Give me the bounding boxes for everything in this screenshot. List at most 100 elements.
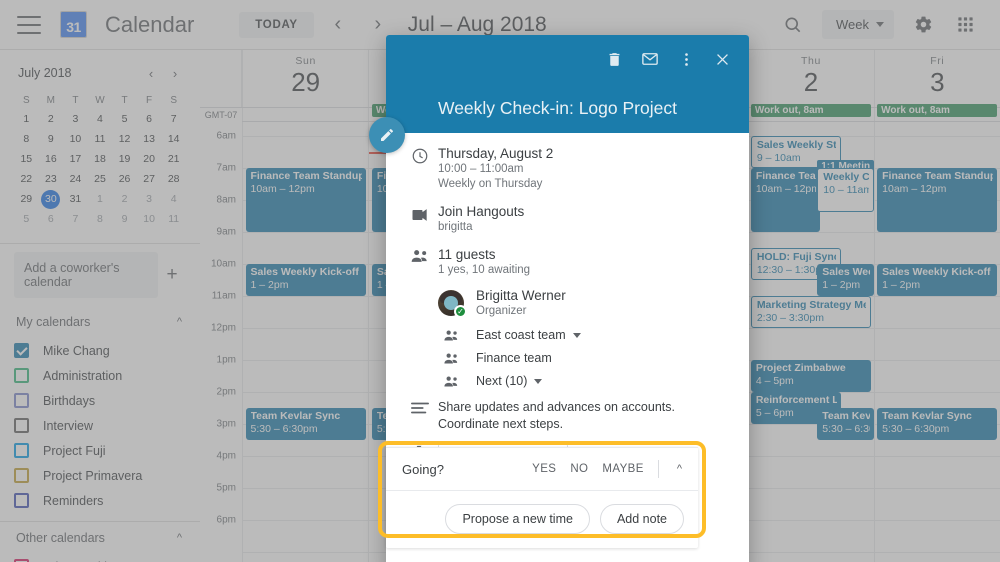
- calendar-logo-icon[interactable]: 31: [60, 11, 87, 38]
- add-note-button[interactable]: Add note: [599, 504, 684, 534]
- chevron-up-icon[interactable]: ^: [177, 316, 182, 328]
- mini-day[interactable]: 8: [17, 130, 36, 149]
- other-calendar-item-0[interactable]: Adam Smith: [0, 554, 200, 562]
- mini-day[interactable]: 10: [66, 130, 85, 149]
- mini-day[interactable]: 3: [140, 190, 159, 209]
- mini-day[interactable]: 4: [90, 110, 109, 129]
- mini-day[interactable]: 14: [164, 130, 183, 149]
- mini-day[interactable]: 16: [41, 150, 60, 169]
- mini-day[interactable]: 11: [90, 130, 109, 149]
- mini-day[interactable]: 7: [164, 110, 183, 129]
- my-calendars-header[interactable]: My calendars ^: [0, 306, 200, 338]
- my-calendar-item-4[interactable]: Project Fuji: [0, 438, 200, 463]
- calendar-checkbox[interactable]: [14, 418, 29, 433]
- pencil-icon[interactable]: [369, 117, 405, 153]
- calendar-event[interactable]: Sales Weekly1 – 2pm: [817, 264, 874, 296]
- my-calendar-item-5[interactable]: Project Primavera: [0, 463, 200, 488]
- mini-day[interactable]: 11: [164, 210, 183, 229]
- add-coworker-calendar[interactable]: Add a coworker's calendar +: [0, 244, 200, 306]
- chevron-down-icon[interactable]: [572, 332, 581, 338]
- mini-next-month-icon[interactable]: ›: [164, 62, 186, 84]
- mini-day[interactable]: 5: [115, 110, 134, 129]
- mini-day[interactable]: 15: [17, 150, 36, 169]
- guest-group-1[interactable]: Finance team: [438, 351, 733, 365]
- envelope-icon[interactable]: [635, 44, 665, 74]
- add-coworker-input[interactable]: Add a coworker's calendar: [14, 252, 158, 298]
- gear-icon[interactable]: [904, 6, 942, 44]
- day-header-thu[interactable]: Thu 2: [747, 50, 873, 107]
- mini-day[interactable]: 27: [140, 170, 159, 189]
- day-header-sun[interactable]: Sun 29: [242, 50, 368, 107]
- calendar-checkbox[interactable]: [14, 368, 29, 383]
- mini-prev-month-icon[interactable]: ‹: [140, 62, 162, 84]
- calendar-event[interactable]: Sales Weekly Kick-off1 – 2pm: [877, 264, 998, 296]
- mini-day[interactable]: 8: [90, 210, 109, 229]
- today-button[interactable]: TODAY: [239, 11, 314, 38]
- mini-day[interactable]: 7: [66, 210, 85, 229]
- calendar-event[interactable]: Work out, 8am: [750, 104, 872, 117]
- calendar-event[interactable]: Team Kevlar5:30 – 6:30pm: [817, 408, 874, 440]
- close-icon[interactable]: [707, 44, 737, 74]
- my-calendar-item-1[interactable]: Administration: [0, 363, 200, 388]
- mini-day[interactable]: 20: [140, 150, 159, 169]
- mini-day[interactable]: 17: [66, 150, 85, 169]
- rsvp-no-button[interactable]: NO: [570, 463, 588, 475]
- view-mode-select[interactable]: Week: [822, 10, 894, 39]
- mini-day[interactable]: 1: [17, 110, 36, 129]
- calendar-event[interactable]: Finance Team Standup10am – 12pm: [750, 168, 820, 232]
- mini-day[interactable]: 4: [164, 190, 183, 209]
- mini-day[interactable]: 6: [41, 210, 60, 229]
- my-calendar-item-0[interactable]: Mike Chang: [0, 338, 200, 363]
- chevron-down-icon[interactable]: [534, 378, 543, 384]
- mini-day[interactable]: 18: [90, 150, 109, 169]
- calendar-checkbox[interactable]: [14, 393, 29, 408]
- mini-day[interactable]: 25: [90, 170, 109, 189]
- chevron-up-icon[interactable]: ^: [673, 463, 686, 475]
- mini-day[interactable]: 31: [66, 190, 85, 209]
- calendar-event[interactable]: Sales Weekly Kick-off1 – 2pm: [245, 264, 366, 296]
- day-column-0[interactable]: Finance Team Standup 10am – 12pm Sales Wee…: [242, 122, 369, 562]
- calendar-checkbox[interactable]: [14, 443, 29, 458]
- plus-icon[interactable]: +: [158, 264, 186, 286]
- my-calendar-item-2[interactable]: Birthdays: [0, 388, 200, 413]
- mini-day[interactable]: 24: [66, 170, 85, 189]
- calendar-event[interactable]: Marketing Strategy Meetin2:30 – 3:30pm: [750, 296, 872, 328]
- mini-day[interactable]: 1: [90, 190, 109, 209]
- day-column-4[interactable]: Work out, 8amSales Weekly Standup9 – 10a…: [747, 104, 874, 562]
- search-icon[interactable]: [774, 6, 812, 44]
- mini-day[interactable]: 10: [140, 210, 159, 229]
- mini-day[interactable]: 2: [115, 190, 134, 209]
- mini-day[interactable]: 3: [66, 110, 85, 129]
- calendar-event[interactable]: Work out, 8am: [877, 104, 998, 117]
- mini-day[interactable]: 29: [17, 190, 36, 209]
- all-day-cell-0[interactable]: [242, 108, 368, 121]
- mini-day-selected[interactable]: 30: [41, 190, 61, 209]
- day-column-5[interactable]: Work out, 8am Finance Team Standup 10am – …: [873, 104, 1000, 562]
- calendar-event[interactable]: Weekly Chec10 – 11am: [817, 168, 874, 212]
- prev-period-icon[interactable]: ‹: [322, 9, 354, 41]
- guest-group-2[interactable]: Next (10): [438, 374, 733, 388]
- calendar-checkbox[interactable]: [14, 493, 29, 508]
- chevron-up-icon[interactable]: ^: [177, 532, 182, 544]
- guest-group-0[interactable]: East coast team: [438, 328, 733, 342]
- calendar-event[interactable]: Project Zimbabwe 4 – 5pm: [750, 360, 872, 392]
- propose-new-time-button[interactable]: Propose a new time: [445, 504, 590, 534]
- mini-day[interactable]: 6: [140, 110, 159, 129]
- event-conference-row[interactable]: Join Hangouts brigitta: [402, 203, 733, 235]
- mini-day[interactable]: 12: [115, 130, 134, 149]
- mini-day[interactable]: 5: [17, 210, 36, 229]
- mini-day[interactable]: 26: [115, 170, 134, 189]
- other-calendars-header[interactable]: Other calendars ^: [0, 522, 200, 554]
- mini-day[interactable]: 23: [41, 170, 60, 189]
- calendar-event[interactable]: Team Kevlar Sync5:30 – 6:30pm: [877, 408, 998, 440]
- mini-day[interactable]: 21: [164, 150, 183, 169]
- hamburger-icon[interactable]: [17, 15, 41, 34]
- rsvp-yes-button[interactable]: YES: [532, 463, 556, 475]
- trash-icon[interactable]: [599, 44, 629, 74]
- calendar-event[interactable]: Finance Team Standup10am – 12pm: [245, 168, 366, 232]
- mini-day[interactable]: 2: [41, 110, 60, 129]
- mini-day[interactable]: 13: [140, 130, 159, 149]
- calendar-event[interactable]: Finance Team Standup10am – 12pm: [877, 168, 998, 232]
- mini-day[interactable]: 9: [115, 210, 134, 229]
- more-vertical-icon[interactable]: [671, 44, 701, 74]
